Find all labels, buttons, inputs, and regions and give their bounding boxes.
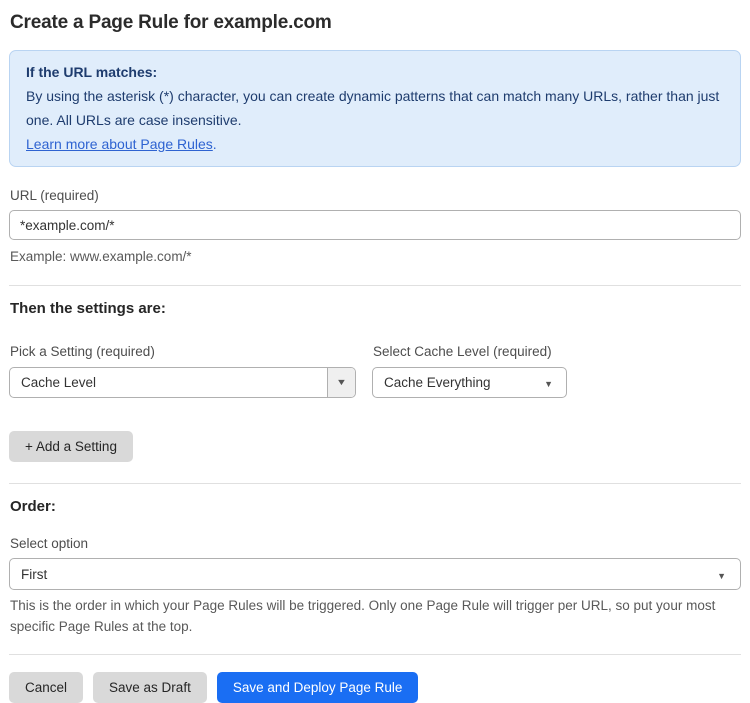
info-box-link-line: Learn more about Page Rules. xyxy=(26,132,724,156)
url-match-info-box: If the URL matches: By using the asteris… xyxy=(9,50,741,167)
dropdown-arrow-icon: ▼ xyxy=(717,570,726,581)
save-and-deploy-button[interactable]: Save and Deploy Page Rule xyxy=(216,672,419,703)
dropdown-arrow-icon: ▼ xyxy=(544,379,553,389)
pick-setting-label: Pick a Setting (required) xyxy=(10,344,155,359)
add-setting-button[interactable]: + Add a Setting xyxy=(9,431,133,462)
pick-setting-value: Cache Level xyxy=(21,375,97,390)
pick-setting-field: Pick a Setting (required) Cache Level ▼ xyxy=(9,323,372,398)
pick-setting-select[interactable]: Cache Level ▼ xyxy=(9,367,356,398)
dropdown-arrow-icon: ▼ xyxy=(335,377,348,387)
settings-section-heading: Then the settings are: xyxy=(10,300,166,317)
cache-level-select[interactable]: Cache Everything ▼ xyxy=(372,367,567,398)
save-as-draft-button[interactable]: Save as Draft xyxy=(93,672,207,703)
cancel-button[interactable]: Cancel xyxy=(9,672,84,703)
divider xyxy=(9,285,741,286)
cache-level-field: Select Cache Level (required) Cache Ever… xyxy=(372,323,567,398)
dropdown-arrow-wrap: ▼ xyxy=(717,567,740,582)
info-box-heading: If the URL matches: xyxy=(26,64,158,80)
divider xyxy=(9,483,741,484)
url-field-label: URL (required) xyxy=(10,188,99,203)
info-box-body: By using the asterisk (*) character, you… xyxy=(26,88,720,128)
dropdown-arrow-wrap: ▼ xyxy=(544,375,566,390)
order-select[interactable]: First ▼ xyxy=(9,558,741,590)
cache-level-label: Select Cache Level (required) xyxy=(373,344,552,359)
create-page-rule-form: Create a Page Rule for example.com If th… xyxy=(0,0,750,703)
cache-level-value: Cache Everything xyxy=(384,375,491,390)
order-helper-text: This is the order in which your Page Rul… xyxy=(10,598,716,634)
footer-actions: Cancel Save as Draft Save and Deploy Pag… xyxy=(9,672,741,703)
order-select-value: First xyxy=(21,566,48,582)
settings-row: Pick a Setting (required) Cache Level ▼ … xyxy=(9,323,741,398)
link-suffix: . xyxy=(212,136,217,152)
learn-more-link[interactable]: Learn more about Page Rules xyxy=(26,136,213,152)
url-example-text: Example: www.example.com/* xyxy=(10,249,192,264)
order-section-heading: Order: xyxy=(10,498,56,515)
order-select-label: Select option xyxy=(10,536,89,551)
divider xyxy=(9,654,741,655)
dropdown-arrow-button[interactable]: ▼ xyxy=(327,368,355,397)
page-title: Create a Page Rule for example.com xyxy=(10,12,332,33)
url-input[interactable] xyxy=(9,210,741,240)
